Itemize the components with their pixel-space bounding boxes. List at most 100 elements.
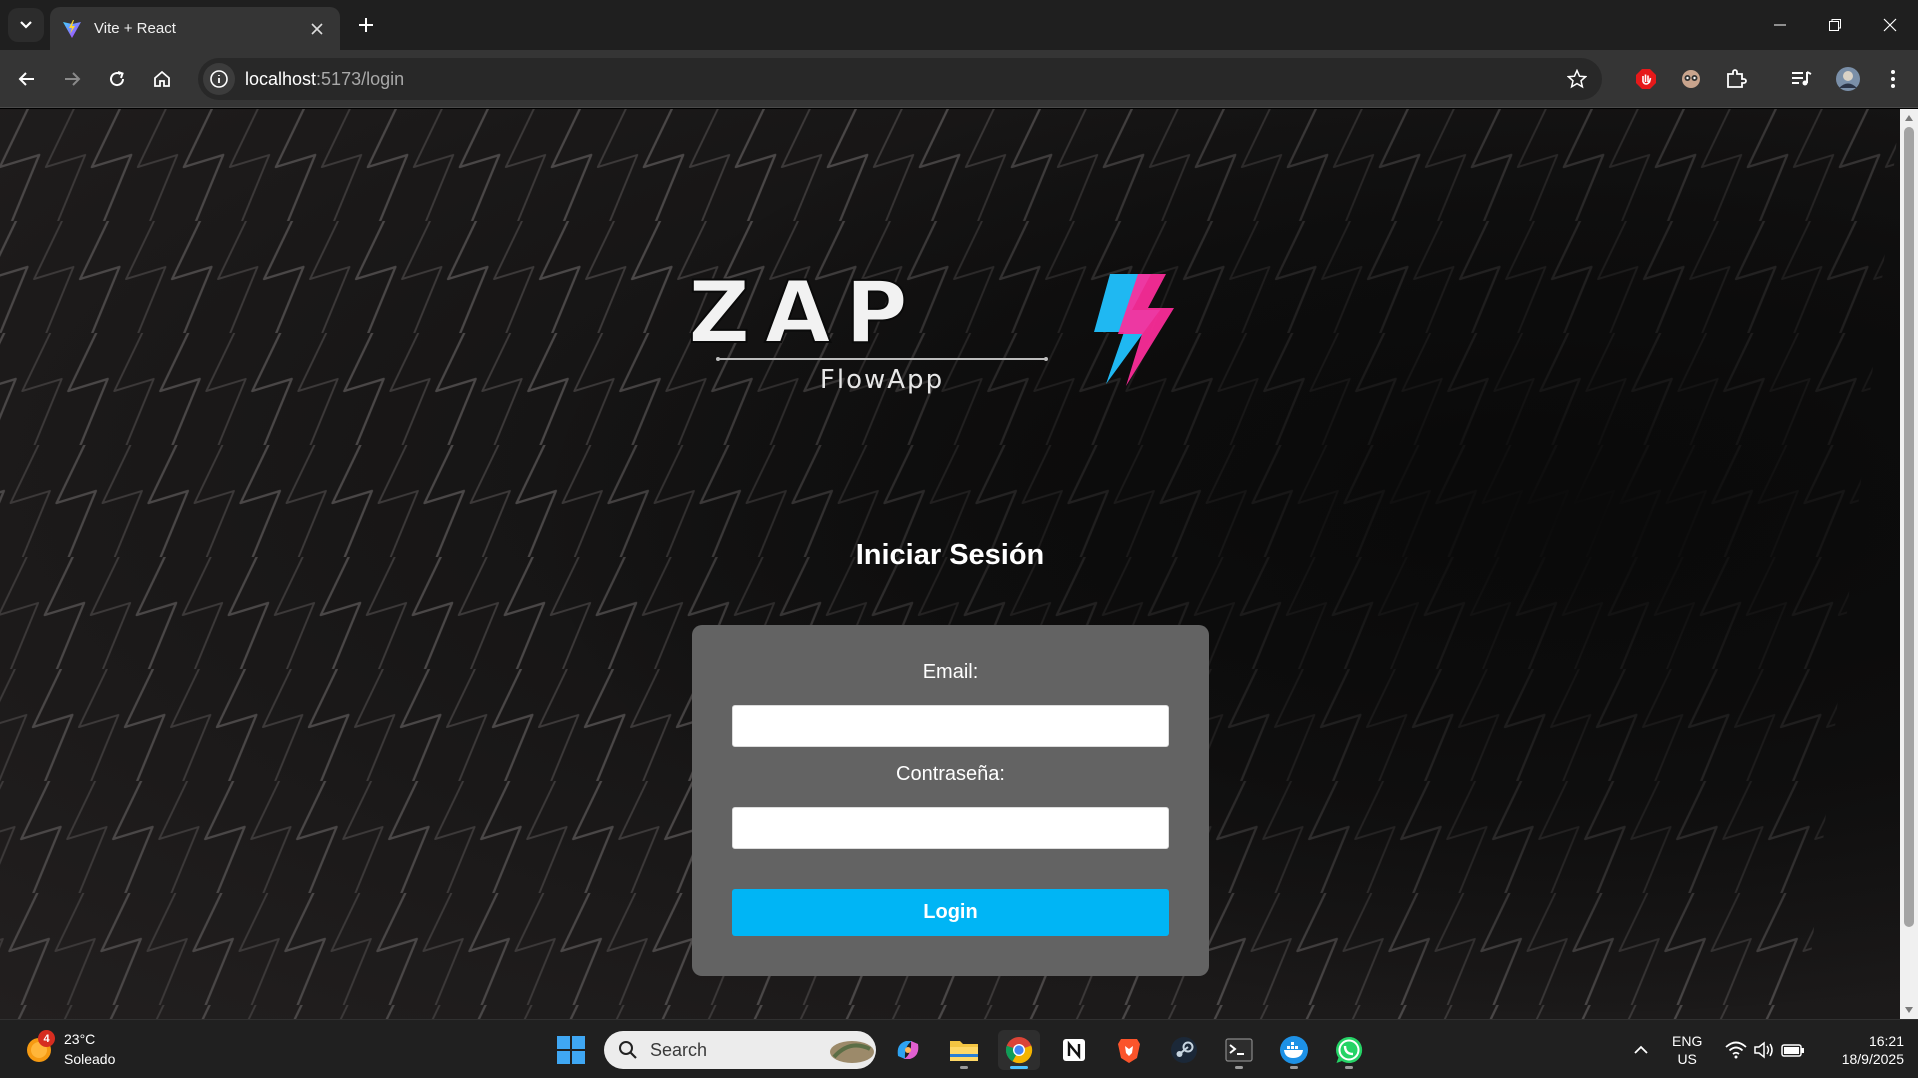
browser-menu-button[interactable] (1876, 62, 1910, 96)
scroll-down-icon[interactable] (1904, 1005, 1914, 1015)
reload-icon (110, 71, 125, 87)
star-icon (1567, 69, 1587, 89)
page-scrollbar[interactable] (1900, 109, 1918, 1019)
lightning-bolt-icon (1094, 274, 1174, 386)
copilot-icon (897, 1041, 919, 1059)
taskbar-chrome[interactable] (998, 1030, 1040, 1070)
brave-icon (1118, 1039, 1140, 1063)
extensions-menu-button[interactable] (1719, 62, 1753, 96)
login-form: Email: Contraseña: Login (692, 625, 1209, 976)
weather-description: Soleado (64, 1051, 116, 1067)
url-host: localhost (245, 68, 317, 89)
extension-ghost-icon (1682, 70, 1700, 88)
email-label: Email: (922, 661, 979, 683)
extension-icon (1636, 69, 1656, 89)
tab-search-button[interactable] (8, 8, 44, 42)
window-close-button[interactable] (1862, 0, 1918, 50)
address-bar[interactable]: localhost:5173/login (198, 58, 1602, 100)
windows-start-icon (557, 1036, 585, 1064)
minimize-button[interactable] (1752, 0, 1808, 50)
notion-icon (1063, 1039, 1085, 1061)
profile-button[interactable] (1831, 62, 1865, 96)
start-button[interactable] (550, 1030, 592, 1070)
search-placeholder: Search (650, 1039, 708, 1060)
restore-button[interactable] (1807, 0, 1863, 50)
whatsapp-icon (1336, 1036, 1363, 1064)
clock[interactable]: 16:21 18/9/2025 (1822, 1032, 1904, 1068)
tray-overflow-button[interactable] (1621, 1030, 1661, 1070)
running-indicator (960, 1066, 968, 1069)
taskbar-docker[interactable] (1273, 1030, 1315, 1070)
reload-button[interactable] (100, 62, 134, 96)
media-icon (1792, 71, 1812, 86)
running-indicator (1345, 1066, 1353, 1069)
restore-icon (1829, 19, 1841, 31)
taskbar-terminal[interactable] (1218, 1030, 1260, 1070)
taskbar-copilot[interactable] (887, 1030, 929, 1070)
scroll-up-icon[interactable] (1904, 113, 1914, 123)
search-highlight-image (830, 1041, 874, 1063)
site-info-button[interactable] (203, 63, 235, 95)
password-field[interactable] (732, 807, 1169, 849)
weather-icon: 4 (24, 1030, 55, 1064)
browser-tab[interactable]: Vite + React (50, 7, 340, 50)
taskbar-notion[interactable] (1053, 1030, 1095, 1070)
site-info-icon (210, 70, 228, 88)
extension-adblock-button[interactable] (1629, 62, 1663, 96)
weather-widget[interactable]: 4 23°C Soleado (24, 1029, 115, 1069)
search-icon (619, 1041, 637, 1059)
weather-temperature: 23°C (64, 1031, 96, 1047)
chevron-up-icon (1634, 1045, 1648, 1054)
tab-close-button[interactable] (306, 18, 328, 40)
battery-icon (1781, 1044, 1804, 1057)
clock-time: 16:21 (1868, 1033, 1904, 1049)
tab-title: Vite + React (94, 20, 176, 37)
windows-taskbar: 4 23°C Soleado Search ENG US 16:21 18/9/… (0, 1019, 1918, 1078)
volume-icon (1754, 1041, 1773, 1059)
window-close-icon (1883, 18, 1897, 32)
extension-ghost-button[interactable] (1674, 62, 1708, 96)
docker-icon (1280, 1036, 1308, 1064)
weather-badge: 4 (38, 1030, 55, 1047)
login-button[interactable]: Login (732, 889, 1169, 936)
language-code: ENG (1672, 1033, 1703, 1049)
taskbar-search[interactable]: Search (604, 1031, 876, 1069)
quick-settings-button[interactable] (1720, 1030, 1810, 1070)
new-tab-button[interactable] (352, 11, 380, 39)
terminal-icon (1225, 1038, 1253, 1062)
tab-search-icon (20, 21, 32, 29)
bookmark-button[interactable] (1564, 66, 1590, 92)
taskbar-whatsapp[interactable] (1328, 1030, 1370, 1070)
scroll-thumb[interactable] (1904, 127, 1914, 927)
clock-date: 18/9/2025 (1841, 1051, 1904, 1067)
home-button[interactable] (145, 62, 179, 96)
language-indicator[interactable]: ENG US (1672, 1032, 1702, 1068)
wifi-icon (1725, 1041, 1747, 1059)
minimize-icon (1774, 24, 1786, 26)
chrome-icon (1005, 1037, 1033, 1064)
puzzle-icon (1727, 69, 1747, 88)
url-path: :5173/login (316, 68, 405, 89)
taskbar-brave[interactable] (1108, 1030, 1150, 1070)
profile-avatar (1836, 67, 1860, 91)
running-indicator (1235, 1066, 1243, 1069)
media-controls-button[interactable] (1784, 62, 1818, 96)
zap-flowapp-logo: ZAP FlowApp (687, 262, 1174, 395)
page-viewport: ZAP FlowApp Iniciar Sesión Email: Contra… (0, 109, 1900, 1019)
password-label: Contraseña: (896, 763, 1005, 785)
taskbar-steam[interactable] (1163, 1030, 1205, 1070)
plus-icon (359, 18, 373, 32)
browser-tab-bar: Vite + React (0, 0, 1918, 50)
forward-icon (65, 72, 81, 86)
forward-button[interactable] (55, 62, 89, 96)
logo-wordmark: ZAP (688, 263, 922, 363)
back-button[interactable] (10, 62, 44, 96)
taskbar-file-explorer[interactable] (943, 1030, 985, 1070)
logo-subtitle: FlowApp (820, 365, 944, 395)
vite-favicon (63, 19, 81, 38)
weather-text: 23°C Soleado (64, 1029, 115, 1069)
email-field[interactable] (732, 705, 1169, 747)
keyboard-region: US (1677, 1051, 1697, 1067)
close-icon (311, 22, 323, 35)
url-text: localhost:5173/login (245, 69, 404, 90)
